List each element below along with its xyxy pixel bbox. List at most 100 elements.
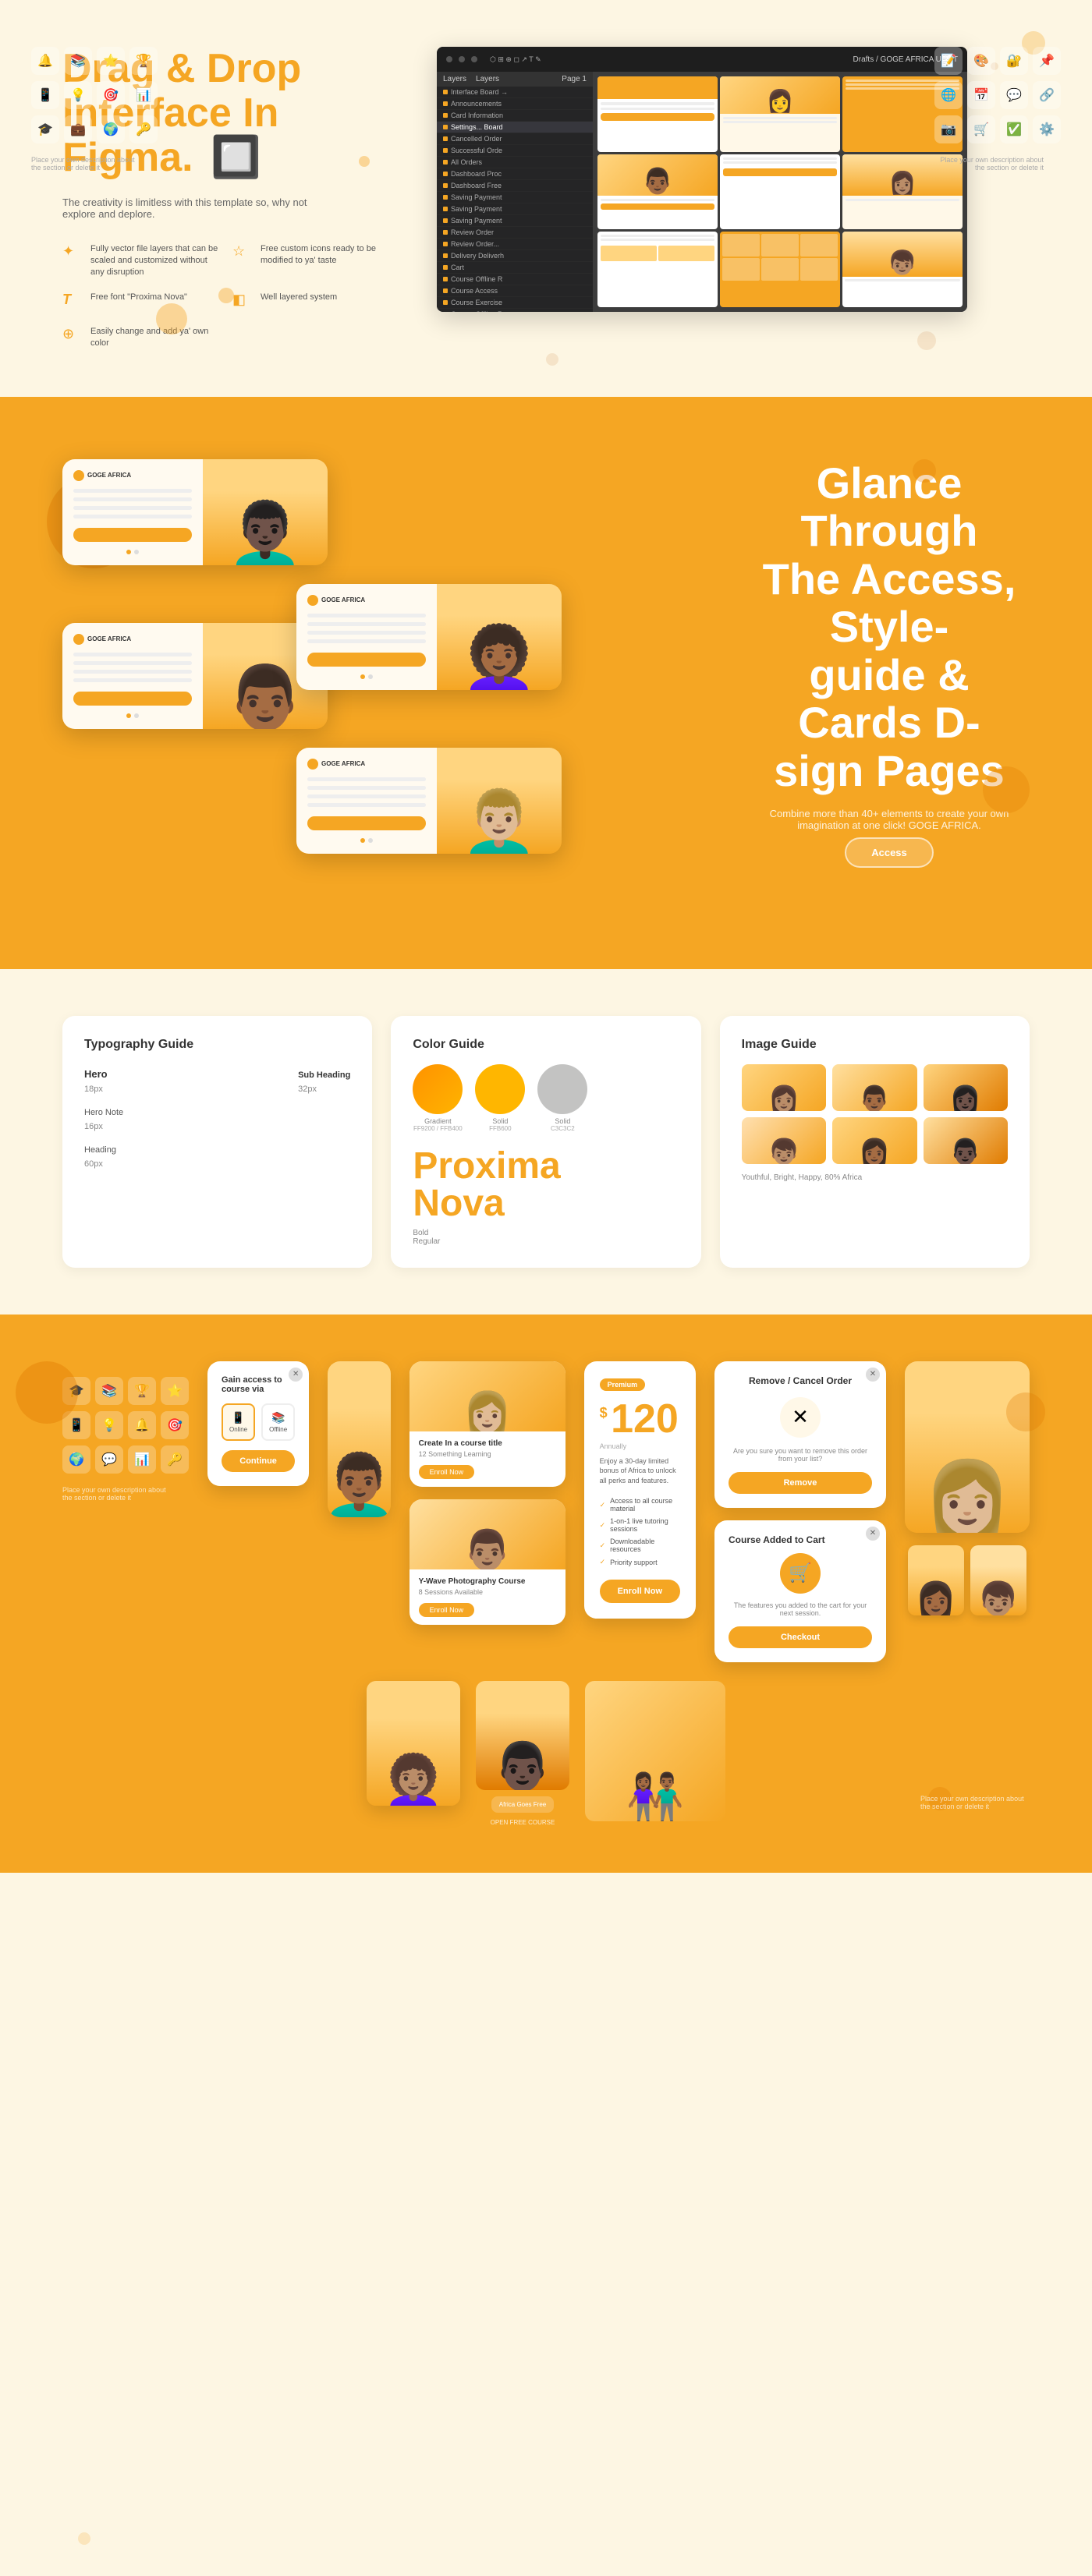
layer-item-12[interactable]: Review Order (437, 227, 593, 239)
layer-item-16[interactable]: Course Offline R (437, 274, 593, 285)
access-button[interactable]: Access (845, 837, 934, 868)
layer-item-4[interactable]: Cancelled Order (437, 133, 593, 145)
c-icon-11: 📊 (128, 1445, 156, 1474)
layer-item-11[interactable]: Saving Payment (437, 215, 593, 227)
pricing-badge: Premium (600, 1378, 646, 1391)
layer-item-6[interactable]: All Orders (437, 157, 593, 168)
gradient-hex: FF9200 / FFB400 (413, 1125, 463, 1132)
person-small-2: 👦🏽 (970, 1545, 1026, 1615)
group-photo-emoji: 👫🏾 (626, 1775, 685, 1821)
layer-item-1[interactable]: Announcements (437, 98, 593, 110)
layer-dot (443, 253, 448, 258)
form-line-4 (73, 515, 192, 518)
person-photo-4: 👨🏼‍🦱 (437, 748, 562, 854)
feature-vectors: ✦ Fully vector file layers that can be s… (62, 243, 220, 279)
gain-option-yearly[interactable]: 📚 Offline (261, 1403, 295, 1441)
layer-item-0[interactable]: Interface Board → (437, 87, 593, 98)
form-btn-1[interactable] (73, 528, 192, 542)
form-btn-4[interactable] (307, 816, 426, 830)
gain-continue-btn[interactable]: Continue (222, 1450, 295, 1472)
gain-close-btn[interactable]: ✕ (289, 1368, 303, 1382)
layer-item-14[interactable]: Delivery Deliverh (437, 250, 593, 262)
person-sublabel-1: OPEN FREE COURSE (491, 1819, 555, 1826)
gain-options-row: 📱 Online 📚 Offline (222, 1403, 295, 1441)
icons-row-1: 🔔 📚 ⭐ 🏆 (31, 47, 158, 75)
layer-item-10[interactable]: Saving Payment (437, 203, 593, 215)
person-with-text: 👨🏿 Africa Goes Free OPEN FREE COURSE (476, 1681, 569, 1826)
layer-item-5[interactable]: Successful Orde (437, 145, 593, 157)
logo-text-4: GOGE AFRICA (321, 760, 365, 767)
enroll-now-btn[interactable]: Enroll Now (600, 1580, 680, 1603)
layer-item-15[interactable]: Cart (437, 262, 593, 274)
c-icons-row-1: 🎓 📚 🏆 ⭐ (62, 1377, 189, 1405)
gain-option-monthly[interactable]: 📱 Online (222, 1403, 255, 1441)
solid-gray-hex: C3C3C2 (537, 1125, 587, 1132)
layer-item-19[interactable]: Course Offline R (437, 309, 593, 312)
deco-dot-5 (917, 331, 936, 350)
layer-dot (443, 183, 448, 188)
figma-icon: 🔲 (211, 136, 261, 180)
layer-item-9[interactable]: Saving Payment (437, 192, 593, 203)
enroll-btn-1[interactable]: Enroll Now (419, 1465, 475, 1479)
enroll-btn-2[interactable]: Enroll Now (419, 1603, 475, 1617)
heading-row: Heading 60px (84, 1142, 350, 1170)
group-photo-card: 👫🏾 (585, 1681, 725, 1821)
layer-item-8[interactable]: Dashboard Free (437, 180, 593, 192)
pricing-currency: $ (600, 1405, 608, 1421)
layer-item-2[interactable]: Card Information (437, 110, 593, 122)
solid-orange-circle (475, 1064, 525, 1114)
r-icon-box-3: 🔐 (1000, 47, 1028, 75)
cart-checkout-btn[interactable]: Checkout (729, 1626, 872, 1648)
left-icons-column: 🔔 📚 ⭐ 🏆 📱 💡 🎯 📊 🎓 💼 🌍 🔑 Place your own d… (31, 47, 158, 172)
remove-btn[interactable]: Remove (729, 1472, 872, 1494)
form-btn-2[interactable] (73, 692, 192, 706)
pricing-feature-4: ✓Priority support (600, 1555, 680, 1569)
logo-circle-1 (73, 470, 84, 481)
dot-inactive-1 (134, 550, 139, 554)
image-guide-grid: 👩🏽 👨🏾 👩🏿 👦🏽 👩🏾 👨🏿 (742, 1064, 1008, 1164)
proxima-nova-display: ProximaNova (413, 1148, 679, 1223)
layer-dot (443, 230, 448, 235)
color-proxima-card: Color Guide Gradient FF9200 / FFB400 Sol… (391, 1016, 700, 1268)
dot-active-2 (126, 713, 131, 718)
layer-item-18[interactable]: Course Exercise (437, 297, 593, 309)
layer-dot (443, 101, 448, 106)
icon-box-6: 💡 (64, 81, 92, 109)
toolbar-icons: ⬡ ⊞ ⊕ ◻ ↗ T ✎ (490, 55, 541, 64)
typography-title: Typography Guide (84, 1038, 350, 1052)
form-area-2: GOGE AFRICA (62, 623, 203, 729)
layer-item-13[interactable]: Review Order... (437, 239, 593, 250)
c-icon-6: 💡 (95, 1411, 123, 1439)
color-circles-row: Gradient FF9200 / FFB400 Solid FFB600 So… (413, 1064, 679, 1132)
enroll-title-2: Y-Wave Photography Course (419, 1577, 556, 1586)
figma-toolbar: ⬡ ⊞ ⊕ ◻ ↗ T ✎ Drafts / GOGE AFRICA UI KI… (437, 47, 967, 72)
layer-dot (443, 172, 448, 176)
cards-icon-col: 🎓 📚 🏆 ⭐ 📱 💡 🔔 🎯 🌍 💬 📊 🔑 Place your own d… (62, 1361, 189, 1502)
layer-item-7[interactable]: Dashboard Proc (437, 168, 593, 180)
img-guide-4: 👦🏽 (742, 1117, 826, 1164)
feature-colors-text: Easily change and add ya' own color (90, 326, 220, 350)
right-icons-column: 📝 🎨 🔐 📌 🌐 📅 💬 🔗 📷 🛒 ✅ ⚙️ Place your own … (934, 47, 1061, 172)
person-emoji-1: 👨🏿‍🦱 (226, 503, 304, 565)
pricing-feature-2: ✓1-on-1 live tutoring sessions (600, 1515, 680, 1535)
typography-card: Typography Guide Hero 18px Sub Heading 3… (62, 1016, 372, 1268)
glance-text-area: Glance Through The Access, Style- guide … (749, 459, 1030, 907)
r-icons-row-3: 📷 🛒 ✅ ⚙️ (934, 115, 1061, 143)
person-photo-3: 👩🏾‍🦱 (437, 584, 562, 690)
layer-dot (443, 265, 448, 270)
enroll-card-person-1: 👩🏼 (463, 1392, 511, 1431)
form-area-1: GOGE AFRICA (62, 459, 203, 565)
remove-close-btn[interactable]: ✕ (866, 1368, 880, 1382)
form-line-5 (73, 653, 192, 656)
sub-heading-col: Sub Heading 32px (298, 1067, 350, 1095)
icons-row-2: 📱 💡 🎯 📊 (31, 81, 158, 109)
cart-close-btn[interactable]: ✕ (866, 1527, 880, 1541)
form-line-13 (307, 777, 426, 781)
c-icons-row-2: 📱 💡 🔔 🎯 (62, 1411, 189, 1439)
remove-order-title: Remove / Cancel Order (729, 1375, 872, 1386)
layer-item-17[interactable]: Course Access (437, 285, 593, 297)
form-btn-3[interactable] (307, 653, 426, 667)
gain-title: Gain access to course via (222, 1375, 295, 1394)
layer-item-3[interactable]: Settings... Board (437, 122, 593, 133)
deco-dot-6 (546, 353, 558, 366)
